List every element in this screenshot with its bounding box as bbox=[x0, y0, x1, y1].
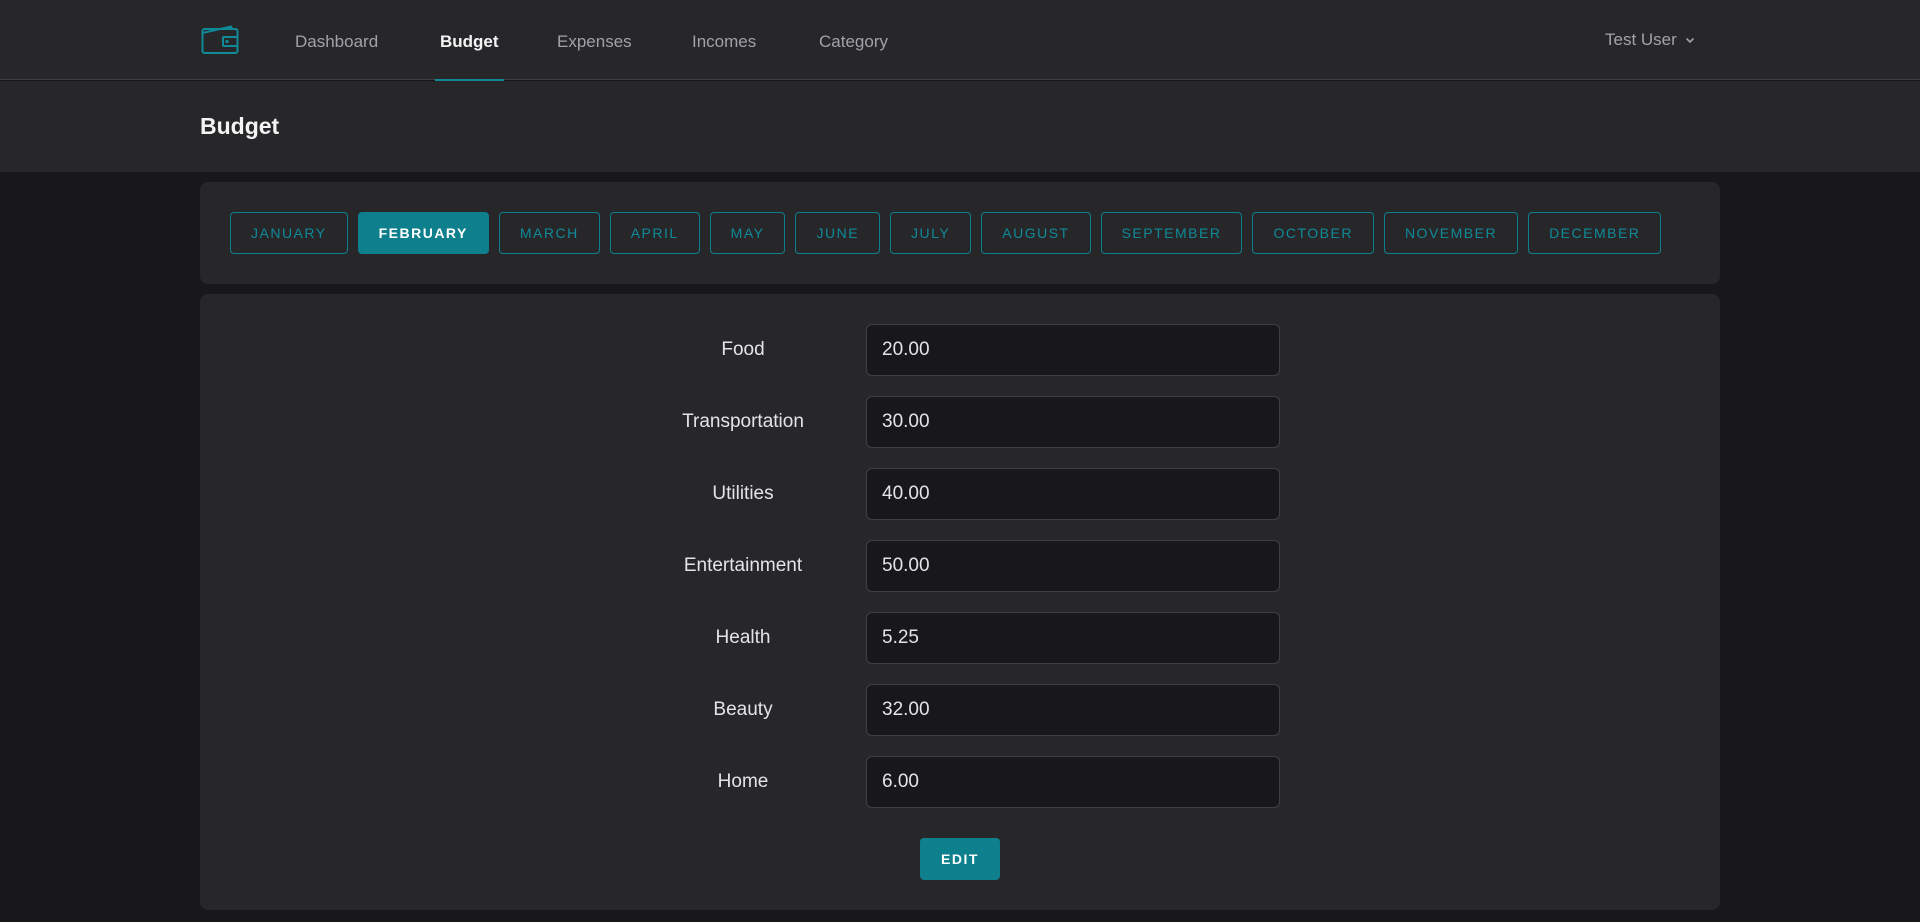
month-september[interactable]: SEPTEMBER bbox=[1100, 212, 1243, 254]
budget-row: Utilities bbox=[200, 468, 1720, 520]
month-february[interactable]: FEBRUARY bbox=[357, 212, 489, 254]
top-navigation: Dashboard Budget Expenses Incomes Catego… bbox=[0, 0, 1920, 81]
budget-row: Food bbox=[200, 324, 1720, 376]
amount-input-utilities[interactable] bbox=[866, 468, 1280, 520]
user-menu[interactable]: Test User bbox=[1605, 0, 1696, 80]
month-march[interactable]: MARCH bbox=[498, 212, 600, 254]
month-june[interactable]: JUNE bbox=[795, 212, 881, 254]
month-tabs: JANUARY FEBRUARY MARCH APRIL MAY JUNE JU… bbox=[230, 212, 1662, 254]
month-april[interactable]: APRIL bbox=[609, 212, 700, 254]
amount-input-home[interactable] bbox=[866, 756, 1280, 808]
nav-expenses[interactable]: Expenses bbox=[557, 0, 632, 80]
month-july[interactable]: JULY bbox=[890, 212, 972, 254]
category-label-food: Food bbox=[721, 339, 765, 360]
budget-row: Health bbox=[200, 612, 1720, 664]
month-december[interactable]: DECEMBER bbox=[1528, 212, 1662, 254]
user-name: Test User bbox=[1605, 30, 1677, 49]
month-october[interactable]: OCTOBER bbox=[1252, 212, 1374, 254]
amount-input-food[interactable] bbox=[866, 324, 1280, 376]
nav-budget[interactable]: Budget bbox=[435, 0, 504, 81]
edit-button[interactable]: EDIT bbox=[920, 838, 1000, 880]
budget-row: Beauty bbox=[200, 684, 1720, 736]
category-label-beauty: Beauty bbox=[713, 699, 773, 720]
budget-form-panel: Food Transportation Utilities Entertainm… bbox=[200, 294, 1720, 910]
month-january[interactable]: JANUARY bbox=[230, 212, 348, 254]
budget-row: Transportation bbox=[200, 396, 1720, 448]
budget-row: Home bbox=[200, 756, 1720, 808]
nav-category[interactable]: Category bbox=[819, 0, 888, 80]
category-label-health: Health bbox=[715, 627, 771, 648]
amount-input-beauty[interactable] bbox=[866, 684, 1280, 736]
chevron-down-icon bbox=[1685, 37, 1694, 44]
wallet-icon[interactable] bbox=[201, 25, 239, 55]
month-selector-panel: JANUARY FEBRUARY MARCH APRIL MAY JUNE JU… bbox=[200, 182, 1720, 284]
amount-input-transportation[interactable] bbox=[866, 396, 1280, 448]
page-title: Budget bbox=[200, 113, 280, 139]
nav-dashboard[interactable]: Dashboard bbox=[295, 0, 378, 80]
budget-row: Entertainment bbox=[200, 540, 1720, 592]
amount-input-entertainment[interactable] bbox=[866, 540, 1280, 592]
month-november[interactable]: NOVEMBER bbox=[1383, 212, 1519, 254]
page-header: Budget bbox=[0, 81, 1920, 172]
nav-incomes[interactable]: Incomes bbox=[692, 0, 756, 80]
category-label-entertainment: Entertainment bbox=[683, 555, 803, 576]
category-label-home: Home bbox=[717, 771, 769, 792]
month-august[interactable]: AUGUST bbox=[981, 212, 1091, 254]
category-label-utilities: Utilities bbox=[712, 483, 774, 504]
amount-input-health[interactable] bbox=[866, 612, 1280, 664]
month-may[interactable]: MAY bbox=[709, 212, 786, 254]
category-label-transportation: Transportation bbox=[682, 411, 804, 432]
